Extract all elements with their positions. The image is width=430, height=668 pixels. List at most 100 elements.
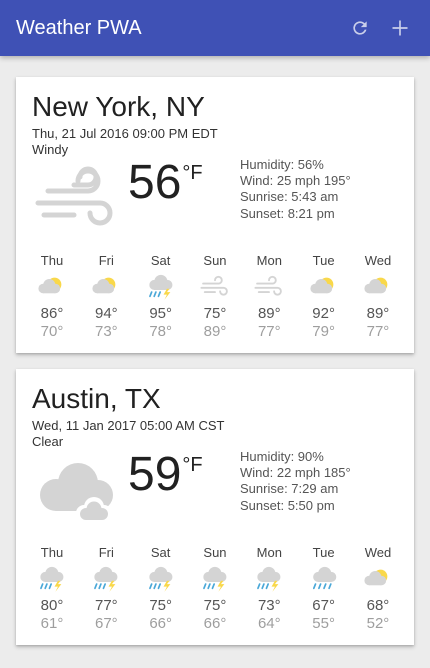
city-name: New York, NY	[32, 91, 205, 122]
forecast-low: 64°	[257, 615, 281, 632]
forecast-high: 89°	[366, 305, 390, 322]
forecast-day: Thu 86° 70°	[28, 253, 76, 341]
humidity: Humidity: 56%	[240, 157, 324, 172]
forecast-low: 55°	[312, 615, 335, 632]
forecast-day-name: Mon	[256, 545, 282, 560]
forecast-high: 68°	[366, 597, 390, 614]
thunderstorm-icon	[35, 565, 69, 593]
partly-cloudy-icon	[35, 273, 69, 301]
forecast-day: Sat 95° 78°	[137, 253, 185, 341]
rain-icon	[307, 565, 341, 593]
partly-cloudy-icon	[307, 273, 341, 301]
forecast-day: Mon 73° 64°	[245, 545, 293, 633]
forecast-high: 95°	[149, 305, 172, 322]
forecast-high: 94°	[94, 305, 118, 322]
weather-description: Clear	[32, 434, 64, 449]
weather-card: Austin, TX Wed, 11 Jan 2017 05:00 AM CST…	[16, 369, 414, 645]
forecast-day: Tue 92° 79°	[300, 253, 348, 341]
forecast-date: Wed, 11 Jan 2017 05:00 AM CST	[32, 418, 225, 433]
forecast-day: Sat 75° 66°	[137, 545, 185, 633]
partly-cloudy-icon	[361, 273, 395, 301]
forecast-day-name: Tue	[312, 253, 335, 268]
forecast-day-name: Sat	[150, 545, 171, 560]
forecast-low: 61°	[40, 615, 64, 632]
temperature-unit: °F	[182, 162, 203, 184]
forecast-high: 73°	[257, 597, 281, 614]
forecast-day-name: Mon	[256, 253, 282, 268]
refresh-button[interactable]	[340, 8, 380, 48]
wind: Wind: 22 mph 185°	[240, 465, 351, 481]
forecast-low: 67°	[94, 615, 118, 632]
humidity: Humidity: 90%	[240, 449, 324, 464]
sunset: Sunset: 8:21 pm	[240, 205, 335, 221]
thunderstorm-icon	[198, 565, 232, 593]
forecast-day: Thu 80° 61°	[28, 545, 76, 633]
temperature-value: 59	[128, 448, 182, 501]
temperature-value: 56	[128, 156, 182, 209]
wind-icon	[252, 273, 286, 301]
weather-details: Humidity: 56% Wind: 25 mph 195° Sunrise:…	[240, 157, 351, 222]
sunrise: Sunrise: 7:29 am	[240, 481, 339, 497]
forecast-low: 66°	[149, 615, 172, 632]
thunderstorm-icon	[144, 565, 178, 593]
forecast-day: Mon 89° 77°	[245, 253, 293, 341]
forecast-high: 86°	[40, 305, 64, 322]
sunset: Sunset: 5:50 pm	[240, 497, 335, 513]
forecast-low: 70°	[40, 323, 64, 340]
forecast-high: 67°	[312, 597, 335, 614]
partly-cloudy-icon	[89, 273, 123, 301]
forecast-day: Wed 68° 52°	[354, 545, 402, 633]
forecast-low: 52°	[366, 615, 390, 632]
app-title: Weather PWA	[16, 16, 142, 39]
partly-cloudy-icon	[361, 565, 395, 593]
sunrise: Sunrise: 5:43 am	[240, 189, 339, 205]
forecast-low: 79°	[312, 323, 335, 340]
forecast-day-name: Fri	[98, 545, 114, 560]
forecast-day-name: Fri	[98, 253, 114, 268]
forecast-high: 75°	[203, 597, 227, 614]
forecast-day-name: Sat	[150, 253, 171, 268]
forecast-day-name: Sun	[203, 545, 227, 560]
weekly-forecast: Thu 80°61°Fri 77°67°Sat 75°66°Sun	[28, 545, 402, 633]
add-city-button[interactable]	[380, 8, 420, 48]
forecast-day-name: Thu	[40, 545, 64, 560]
cloudy-icon	[34, 457, 120, 527]
weather-card: New York, NY Thu, 21 Jul 2016 09:00 PM E…	[16, 77, 414, 353]
temperature-unit: °F	[182, 454, 203, 476]
forecast-day: Sun 75° 89°	[191, 253, 239, 341]
weekly-forecast: Thu 86° 70° Fri 94° 73° Sat 95° 78° Sun 75° 89°…	[28, 253, 402, 341]
forecast-day: Tue 67° 55°	[300, 545, 348, 633]
forecast-high: 89°	[257, 305, 281, 322]
forecast-day: Wed 89° 77°	[354, 253, 402, 341]
current-temperature: 56°F	[128, 159, 203, 207]
forecast-high: 80°	[40, 597, 64, 614]
forecast-low: 77°	[257, 323, 281, 340]
weather-description: Windy	[32, 142, 69, 157]
forecast-day-name: Wed	[364, 545, 392, 560]
forecast-low: 89°	[203, 323, 227, 340]
weather-details: Humidity: 90% Wind: 22 mph 185° Sunrise:…	[240, 449, 351, 514]
forecast-day-name: Thu	[40, 253, 64, 268]
forecast-day-name: Sun	[203, 253, 227, 268]
refresh-icon	[353, 21, 367, 35]
forecast-date: Thu, 21 Jul 2016 09:00 PM EDT	[32, 126, 218, 141]
wind: Wind: 25 mph 195°	[240, 173, 351, 189]
forecast-day-name: Tue	[312, 545, 335, 560]
wind-icon	[34, 165, 120, 235]
forecast-day-name: Wed	[364, 253, 392, 268]
forecast-high: 75°	[149, 597, 172, 614]
thunderstorm-icon	[252, 565, 286, 593]
wind-icon	[198, 273, 232, 301]
forecast-high: 75°	[203, 305, 227, 322]
forecast-high: 77°	[94, 597, 118, 614]
app-bar: Weather PWA	[0, 0, 430, 56]
current-temperature: 59°F	[128, 451, 203, 499]
forecast-day: Fri 94° 73°	[82, 253, 130, 341]
thunderstorm-icon	[89, 565, 123, 593]
forecast-day: Fri 77° 67°	[82, 545, 130, 633]
add-icon	[392, 20, 408, 36]
forecast-low: 77°	[366, 323, 390, 340]
city-name: Austin, TX	[32, 383, 161, 414]
forecast-low: 73°	[94, 323, 118, 340]
thunderstorm-icon	[144, 273, 178, 301]
